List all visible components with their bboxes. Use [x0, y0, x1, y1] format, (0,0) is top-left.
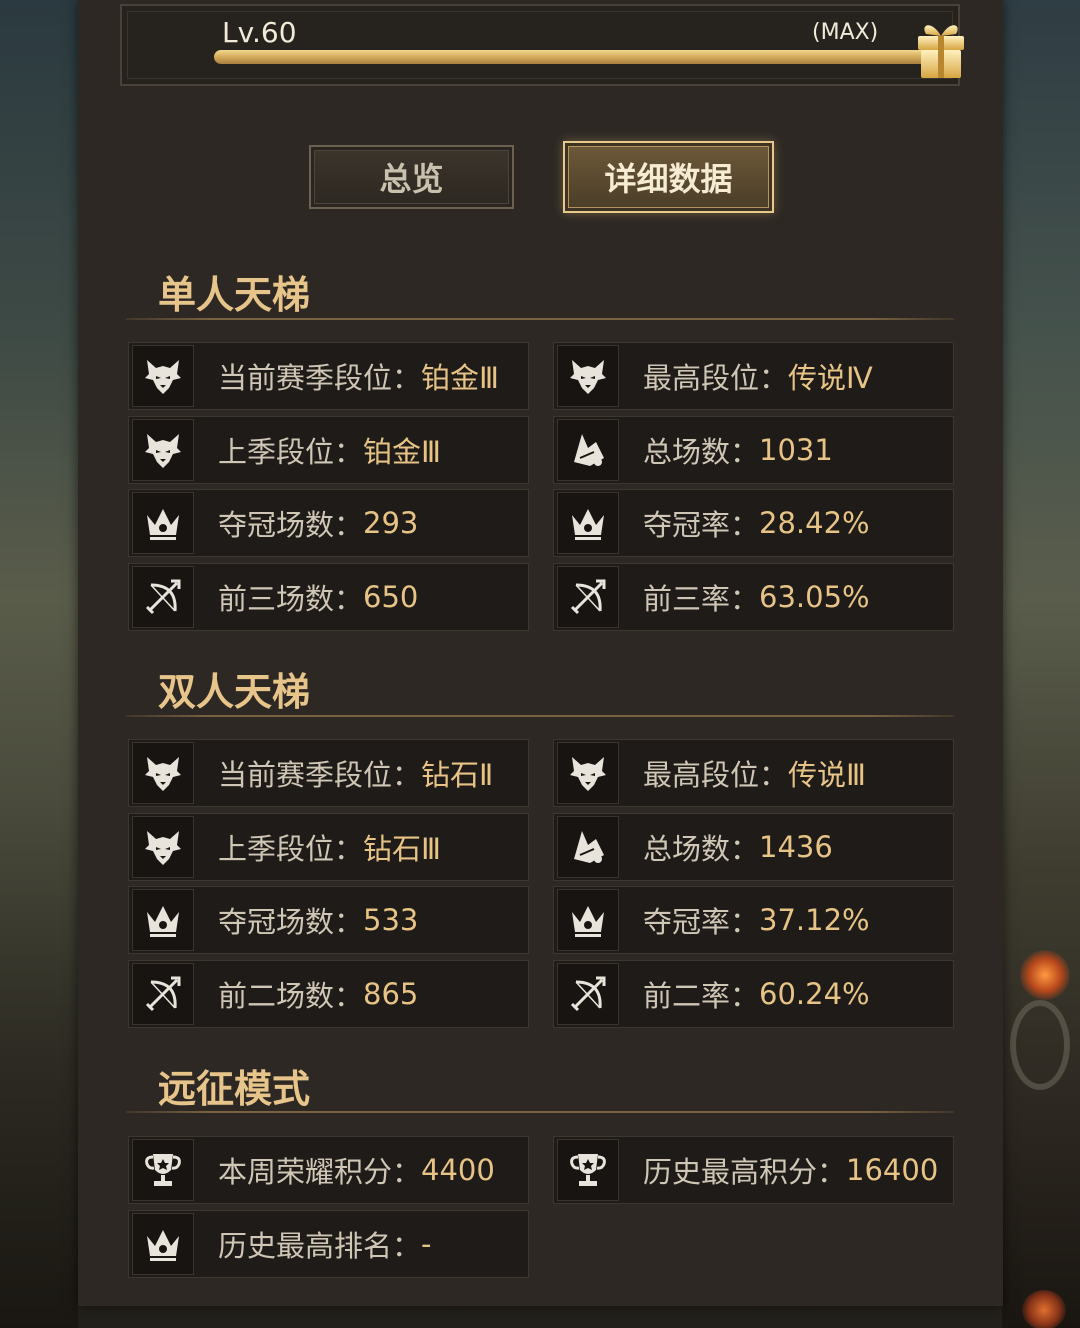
stat-value: 28.42%	[759, 506, 870, 540]
stat-card: 夺冠场数： 293	[128, 489, 529, 557]
section-title-solo: 单人天梯	[158, 273, 311, 317]
stat-label: 夺冠率：	[643, 508, 760, 542]
background-left	[0, 0, 78, 1328]
stat-card: 上季段位： 钻石Ⅲ	[128, 812, 529, 881]
stat-value: 传说Ⅳ	[788, 361, 873, 395]
scroll-icon	[557, 418, 619, 481]
stat-card: 前三场数： 650	[128, 562, 529, 631]
stat-label: 本周荣耀积分：	[218, 1155, 422, 1189]
stat-label: 夺冠场数：	[218, 508, 364, 542]
stat-value: 533	[363, 903, 419, 937]
stat-card: 当前赛季段位： 铂金Ⅲ	[128, 342, 529, 410]
stat-label: 总场数：	[643, 831, 760, 866]
stat-value: 293	[363, 506, 419, 540]
stat-card: 最高段位： 传说Ⅲ	[553, 739, 954, 807]
stat-value: 60.24%	[759, 976, 870, 1011]
stat-label: 上季段位：	[218, 831, 364, 866]
stat-value: 1031	[759, 432, 833, 467]
stat-label: 前二场数：	[218, 978, 364, 1013]
crown-icon	[557, 492, 619, 554]
wolf-icon	[557, 742, 619, 804]
background-right	[1002, 0, 1080, 1328]
stat-card: 前三率： 63.05%	[553, 562, 954, 631]
stat-value: 63.05%	[759, 579, 870, 614]
wolf-icon	[132, 742, 194, 804]
section-title-expedition: 远征模式	[158, 1067, 311, 1111]
stat-card: 历史最高排名： -	[128, 1209, 529, 1278]
stat-card: 最高段位： 传说Ⅳ	[553, 342, 954, 410]
scroll-icon	[557, 815, 619, 878]
stat-value: 865	[363, 976, 419, 1011]
tab-detail[interactable]: 详细数据	[563, 141, 774, 213]
tab-overview[interactable]: 总览	[309, 145, 514, 209]
stat-card: 本周荣耀积分： 4400	[128, 1136, 529, 1204]
crown-icon	[557, 889, 619, 951]
stat-card: 前二率： 60.24%	[553, 959, 954, 1028]
level-progress-track	[214, 50, 934, 64]
trophy-icon	[557, 1139, 619, 1201]
bow-icon	[132, 565, 194, 628]
wolf-icon	[557, 345, 619, 407]
level-label: Lv.60	[222, 16, 297, 49]
stat-card: 总场数： 1031	[553, 415, 954, 484]
wolf-icon	[132, 345, 194, 407]
background-ring	[1010, 1000, 1070, 1090]
stat-label: 最高段位：	[643, 758, 789, 792]
stat-label: 总场数：	[643, 434, 760, 469]
section-divider	[126, 715, 954, 717]
trophy-icon	[132, 1139, 194, 1201]
stats-panel: Lv.60 (MAX) 总览 详细数据 单人天梯 当前赛季段位： 铂金Ⅲ 最高段…	[78, 0, 1003, 1306]
section-divider	[126, 318, 954, 320]
crown-icon	[132, 889, 194, 951]
bow-icon	[557, 565, 619, 628]
gift-icon[interactable]	[912, 18, 970, 82]
stat-value: 650	[363, 579, 419, 614]
stat-label: 夺冠场数：	[218, 905, 364, 939]
stat-card: 夺冠率： 28.42%	[553, 489, 954, 557]
stat-value: -	[421, 1226, 432, 1261]
torch-glow	[1020, 950, 1070, 1000]
crown-icon	[132, 492, 194, 554]
stat-label: 上季段位：	[218, 434, 364, 469]
stat-card: 前二场数： 865	[128, 959, 529, 1028]
section-title-duo: 双人天梯	[158, 670, 311, 714]
stat-value: 16400	[846, 1153, 939, 1187]
stat-label: 前三场数：	[218, 581, 364, 616]
stat-value: 铂金Ⅲ	[421, 361, 500, 395]
section-divider	[126, 1111, 954, 1113]
bow-icon	[557, 962, 619, 1025]
stat-card: 上季段位： 铂金Ⅲ	[128, 415, 529, 484]
stat-value: 钻石Ⅲ	[363, 831, 442, 866]
stat-card: 当前赛季段位： 钻石Ⅱ	[128, 739, 529, 807]
stat-value: 1436	[759, 829, 833, 864]
stat-label: 当前赛季段位：	[218, 758, 422, 792]
stat-value: 37.12%	[759, 903, 870, 937]
stat-card: 总场数： 1436	[553, 812, 954, 881]
level-max-label: (MAX)	[812, 20, 879, 45]
torch-glow-bottom	[1022, 1290, 1066, 1328]
stat-card: 历史最高积分： 16400	[553, 1136, 954, 1204]
stat-value: 传说Ⅲ	[788, 758, 867, 792]
wolf-icon	[132, 815, 194, 878]
level-bar: Lv.60 (MAX)	[120, 4, 964, 86]
stat-label: 最高段位：	[643, 361, 789, 395]
bow-icon	[132, 962, 194, 1025]
stat-label: 前二率：	[643, 978, 760, 1013]
crown-icon	[132, 1212, 194, 1275]
stat-label: 前三率：	[643, 581, 760, 616]
stat-label: 当前赛季段位：	[218, 361, 422, 395]
stat-value: 钻石Ⅱ	[421, 758, 494, 792]
level-progress-fill	[214, 50, 934, 64]
stat-card: 夺冠场数： 533	[128, 886, 529, 954]
stat-value: 4400	[421, 1153, 495, 1187]
stat-value: 铂金Ⅲ	[363, 434, 442, 469]
stat-label: 历史最高积分：	[643, 1155, 847, 1189]
wolf-icon	[132, 418, 194, 481]
stat-card: 夺冠率： 37.12%	[553, 886, 954, 954]
stat-label: 历史最高排名：	[218, 1228, 422, 1263]
stat-label: 夺冠率：	[643, 905, 760, 939]
